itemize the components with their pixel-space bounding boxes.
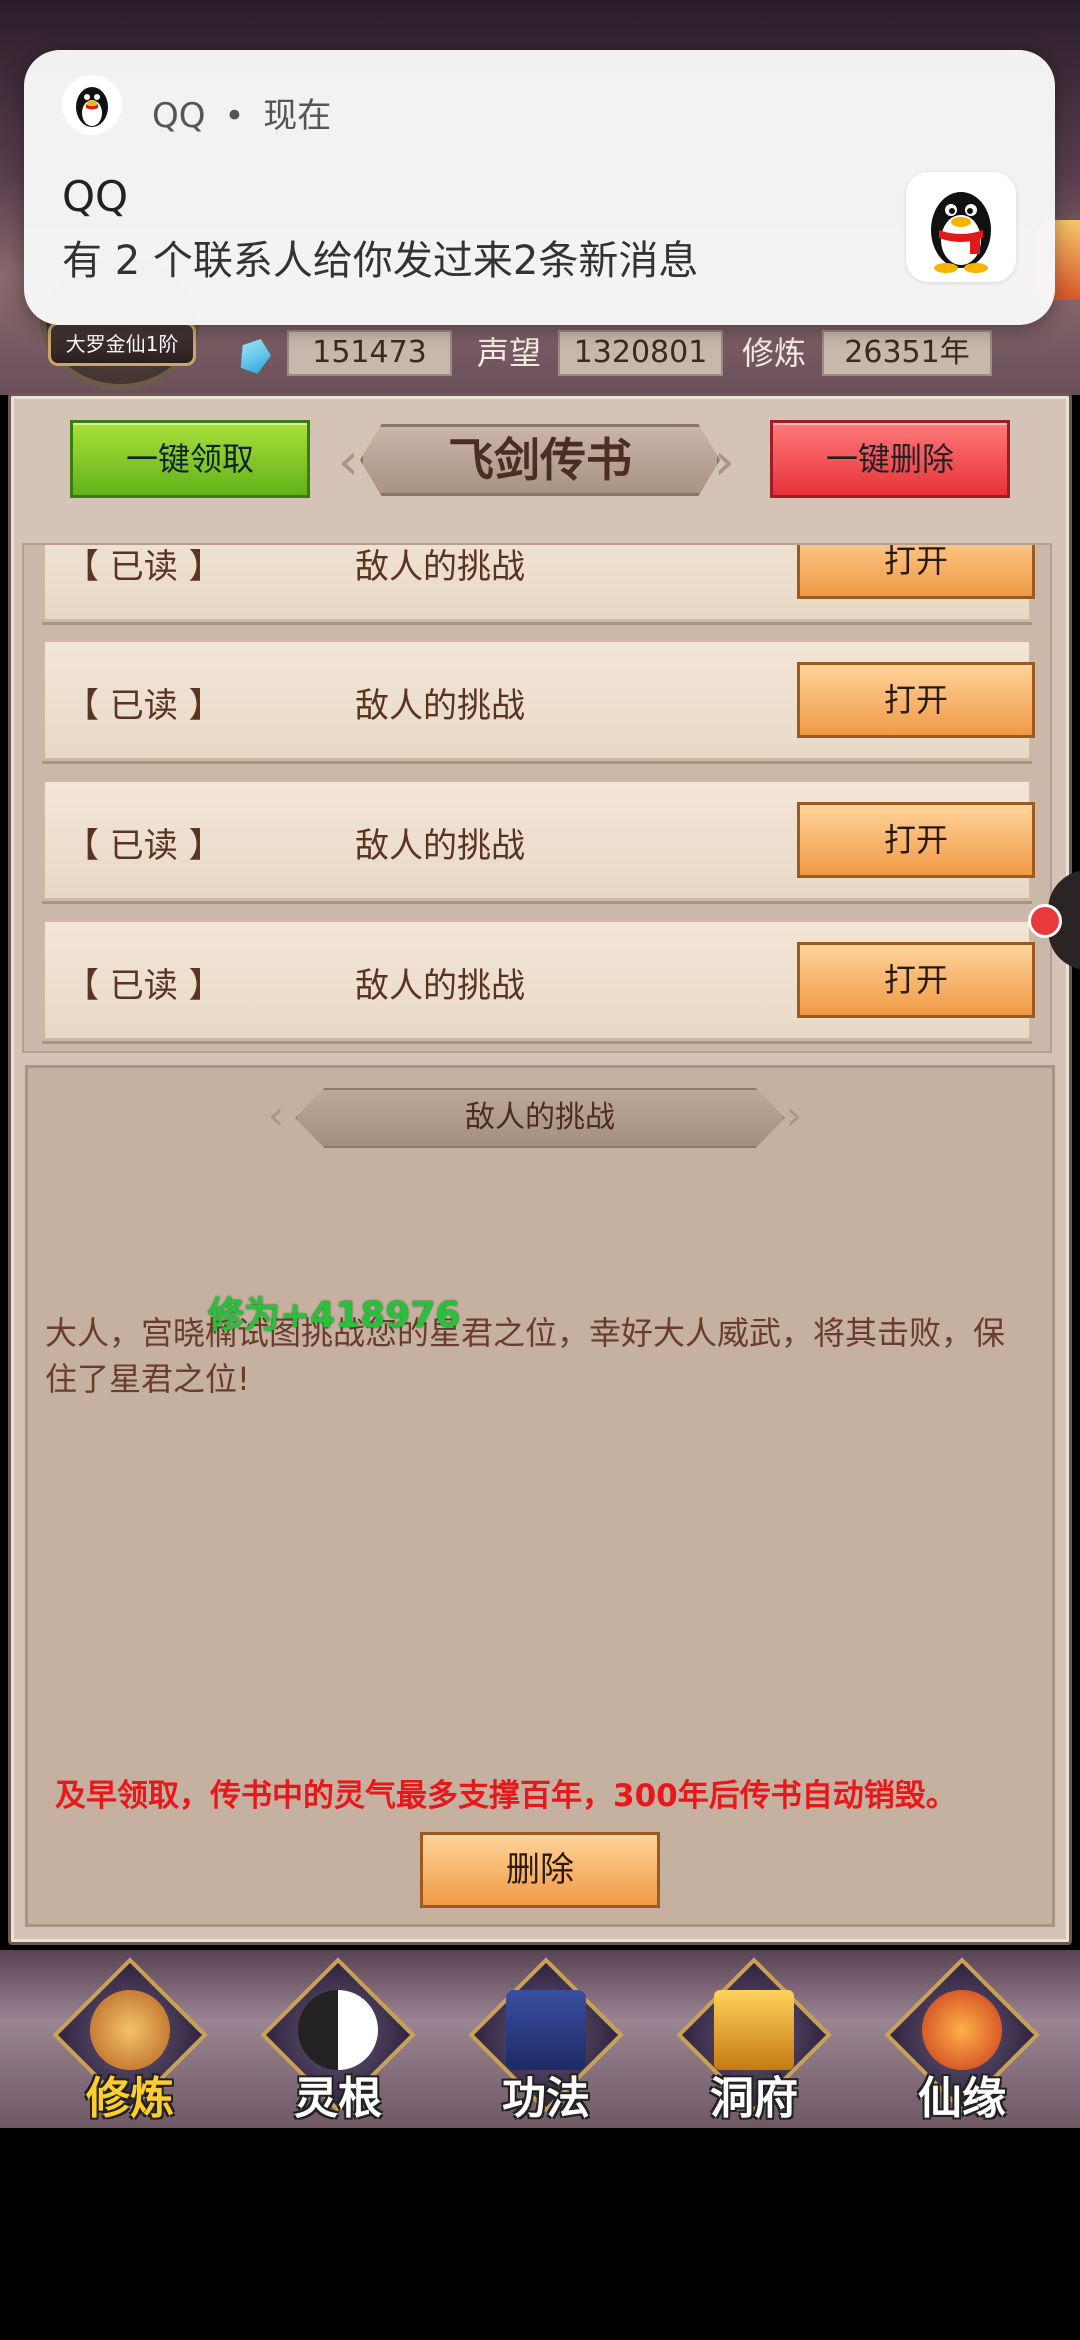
yin-yang-sword-icon: [298, 1990, 378, 2070]
detail-left-ornament: ‹: [268, 1093, 284, 1139]
reward-popup: 修为+418976: [208, 1295, 461, 1336]
nav-item-cultivate[interactable]: 修炼: [50, 1957, 210, 2124]
delete-button[interactable]: 删除: [420, 1832, 660, 1908]
list-item[interactable]: 【 已读 】 敌人的挑战 打开: [42, 545, 1035, 622]
detail-right-ornament: ›: [786, 1093, 802, 1139]
panel-title: 飞剑传书: [360, 424, 720, 496]
banner-left-ornament: ‹: [338, 432, 359, 492]
message-status: 【 已读 】: [65, 686, 223, 726]
claim-all-button[interactable]: 一键领取: [70, 420, 310, 498]
nav-item-cave[interactable]: 洞府: [674, 1957, 834, 2124]
rank-badge: 大罗金仙1阶: [48, 322, 196, 366]
message-body: 大人，宫晓楠试图挑战您的星君之位，幸好大人威武，将其击败，保住了星君之位!: [45, 1314, 1006, 1398]
open-message-button[interactable]: 打开: [797, 802, 1035, 878]
list-item[interactable]: 【 已读 】 敌人的挑战 打开: [42, 919, 1035, 1041]
message-status: 【 已读 】: [65, 826, 223, 866]
notification-dot: [1028, 904, 1062, 938]
cultivation-value: 26351年: [822, 330, 992, 376]
notification-separator: •: [224, 96, 245, 136]
notification-body: 有 2 个联系人给你发过来2条新消息: [62, 238, 699, 284]
notification-app-line: QQ • 现在: [152, 88, 331, 137]
nav-label: 灵根: [294, 2073, 382, 2124]
message-subject: 敌人的挑战: [355, 686, 525, 726]
list-item[interactable]: 【 已读 】 敌人的挑战 打开: [42, 779, 1035, 901]
qq-notification[interactable]: QQ • 现在 QQ 有 2 个联系人给你发过来2条新消息: [24, 50, 1055, 325]
open-message-button[interactable]: 打开: [797, 662, 1035, 738]
message-status: 【 已读 】: [65, 966, 223, 1006]
gem-count: 151473: [287, 330, 452, 376]
nav-label: 仙缘: [918, 2073, 1006, 2124]
message-subject: 敌人的挑战: [355, 966, 525, 1006]
monk-icon: [90, 1990, 170, 2070]
message-subject: 敌人的挑战: [355, 547, 525, 587]
notification-title: QQ: [62, 172, 129, 221]
pagoda-icon: [714, 1990, 794, 2070]
message-subject: 敌人的挑战: [355, 826, 525, 866]
nav-item-fate[interactable]: 仙缘: [882, 1957, 1042, 2124]
nav-label: 洞府: [710, 2073, 798, 2124]
qq-penguin-icon: [62, 75, 122, 135]
expiry-warning: 及早领取，传书中的灵气最多支撑百年，300年后传书自动销毁。: [55, 1778, 957, 1814]
nav-label: 修炼: [86, 2073, 174, 2124]
cultivation-label: 修炼: [742, 334, 807, 372]
list-item[interactable]: 【 已读 】 敌人的挑战 打开: [42, 639, 1035, 761]
gourd-icon: [922, 1990, 1002, 2070]
open-message-button[interactable]: 打开: [797, 942, 1035, 1018]
nav-label: 功法: [502, 2073, 590, 2124]
notification-app-name: QQ: [152, 96, 206, 136]
prestige-label: 声望: [477, 334, 542, 372]
banner-right-ornament: ›: [714, 432, 735, 492]
detail-title: 敌人的挑战: [295, 1088, 785, 1148]
scripture-book-icon: [506, 1990, 586, 2070]
prestige-value: 1320801: [558, 330, 723, 376]
screen-bottom-area: [0, 2128, 1080, 2340]
nav-item-techniques[interactable]: 功法: [466, 1957, 626, 2124]
notification-time: 现在: [263, 96, 332, 136]
delete-all-button[interactable]: 一键删除: [770, 420, 1010, 498]
open-message-button[interactable]: 打开: [797, 545, 1035, 599]
message-list[interactable]: 【 已读 】 敌人的挑战 打开 【 已读 】 敌人的挑战 打开 【 已读 】 敌…: [22, 543, 1052, 1053]
nav-item-spirit-root[interactable]: 灵根: [258, 1957, 418, 2124]
qq-large-icon: [906, 172, 1016, 282]
message-status: 【 已读 】: [65, 547, 223, 587]
